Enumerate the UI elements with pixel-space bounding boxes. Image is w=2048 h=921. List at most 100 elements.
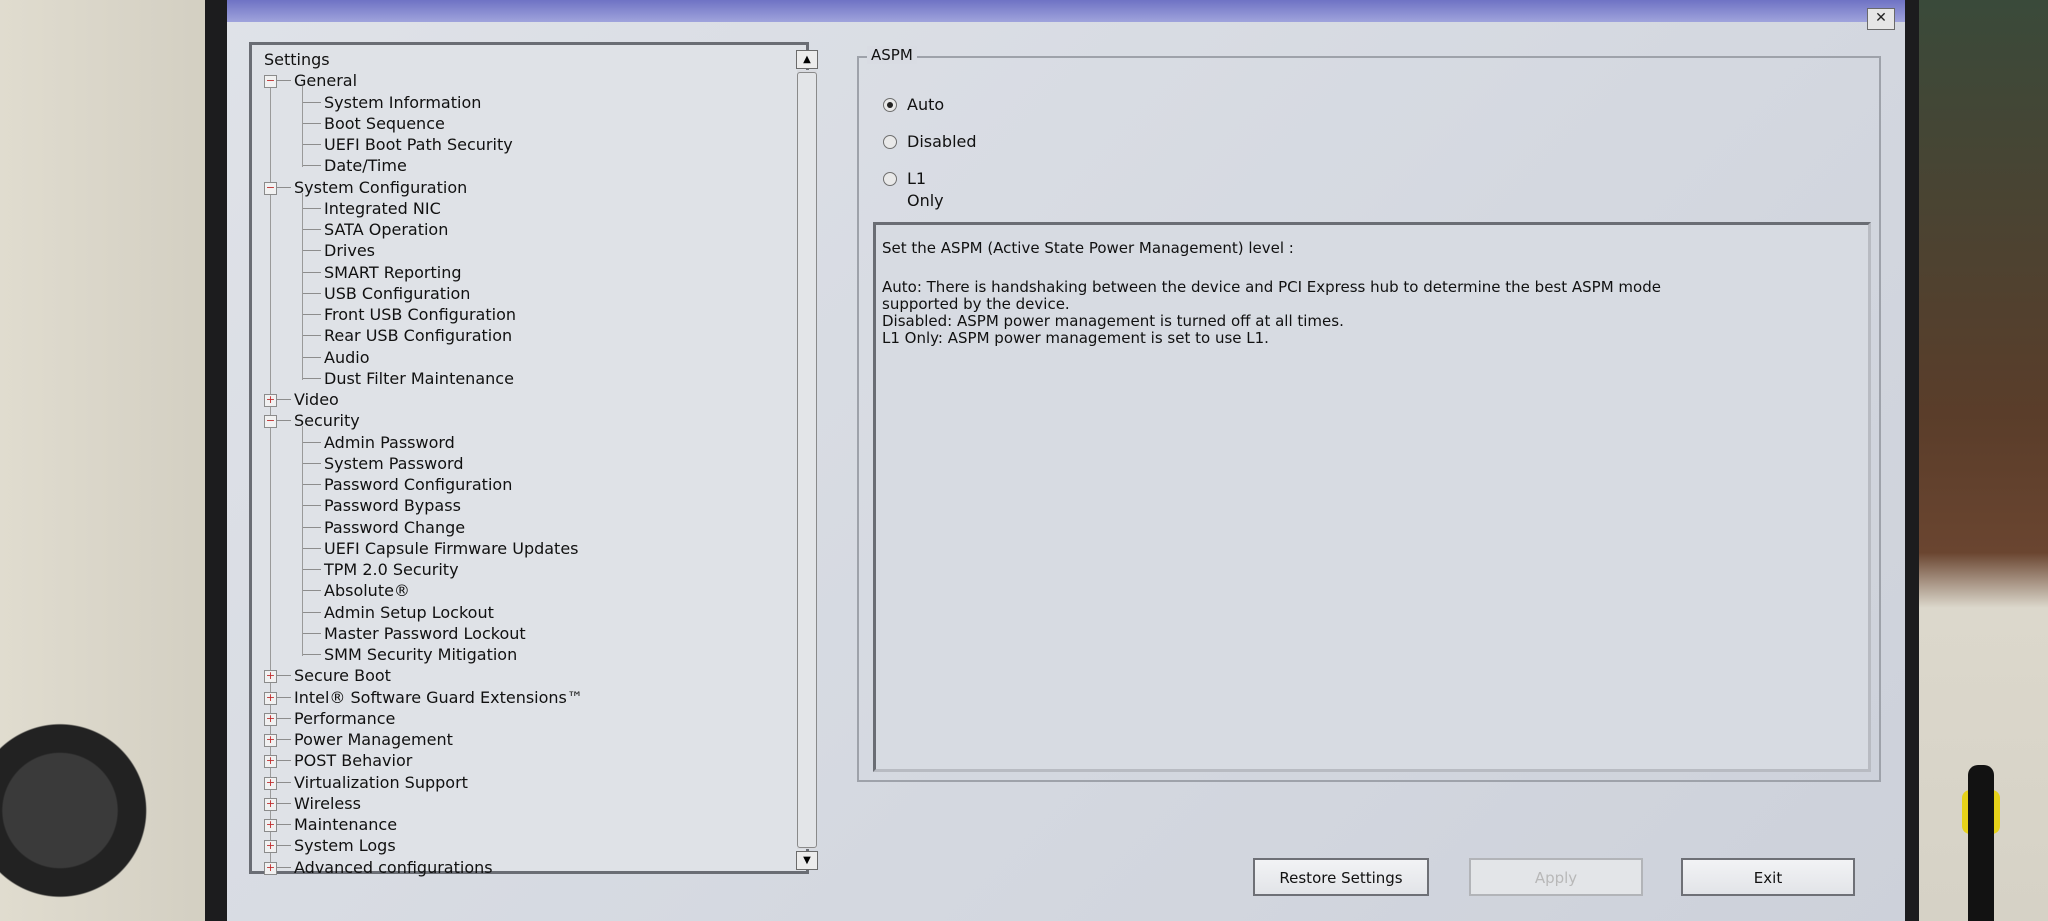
tree-item-boot-sequence[interactable]: Boot Sequence [260, 113, 760, 134]
tree-group-security[interactable]: − Security [264, 410, 764, 431]
minus-box-icon[interactable]: − [264, 181, 277, 195]
tree-group-post-behavior[interactable]: + POST Behavior [264, 750, 764, 771]
tree-item-label: Boot Sequence [324, 113, 445, 133]
tree-item-sata-operation[interactable]: SATA Operation [260, 219, 760, 240]
scroll-track[interactable] [797, 70, 817, 849]
scroll-thumb[interactable] [797, 72, 817, 848]
tree-item-master-password-lockout[interactable]: Master Password Lockout [260, 623, 760, 644]
tree-item-label: Rear USB Configuration [324, 326, 513, 346]
tree-branch-line [277, 781, 291, 783]
aspm-legend: ASPM [867, 46, 917, 64]
tree-branch-line [303, 526, 321, 528]
tree-group-performance[interactable]: + Performance [264, 708, 764, 729]
tree-branch-line [277, 824, 291, 825]
tree-branch-line [303, 654, 321, 655]
plus-box-icon[interactable]: + [264, 712, 277, 726]
tree-branch-line [303, 165, 321, 167]
tree-branch-line [303, 441, 321, 443]
tree-branch-line [303, 122, 321, 124]
tree-branch-line [303, 144, 321, 145]
tree-item-front-usb-configuration[interactable]: Front USB Configuration [260, 304, 760, 325]
tree-item-uefi-capsule-firmware-updates[interactable]: UEFI Capsule Firmware Updates [260, 538, 760, 559]
tree-item-admin-password[interactable]: Admin Password [260, 432, 760, 453]
tree-item-admin-setup-lockout[interactable]: Admin Setup Lockout [260, 602, 760, 623]
tree-branch-line [303, 335, 321, 337]
radio-icon[interactable] [883, 172, 897, 186]
tree-item-absolute[interactable]: Absolute® [260, 580, 760, 601]
plus-box-icon[interactable]: + [264, 755, 277, 769]
tree-item-system-password[interactable]: System Password [260, 453, 760, 474]
tree-item-smart-reporting[interactable]: SMART Reporting [260, 262, 760, 283]
exit-button[interactable]: Exit [1681, 858, 1855, 896]
arrow-up-icon[interactable]: ▲ [796, 50, 818, 69]
tree-group-system-logs[interactable]: + System Logs [264, 835, 764, 856]
tree-group-intel-software-guard-extensions[interactable]: + Intel® Software Guard Extensions™ [264, 687, 764, 708]
tree-branch-line [277, 739, 291, 740]
tree-item-usb-configuration[interactable]: USB Configuration [260, 283, 760, 304]
tree-item-password-change[interactable]: Password Change [260, 517, 760, 538]
tree-item-uefi-boot-path-security[interactable]: UEFI Boot Path Security [260, 134, 760, 155]
plus-box-icon[interactable]: + [264, 776, 277, 790]
tree-item-label: Password Bypass [324, 496, 461, 516]
tree-group-system-configuration[interactable]: − System Configuration [264, 177, 764, 198]
tree-item-drives[interactable]: Drives [260, 240, 760, 261]
tree-item-label: Front USB Configuration [324, 305, 516, 324]
tree-group-power-management[interactable]: + Power Management [264, 729, 764, 750]
tree-group-label: Performance [294, 708, 396, 728]
tree-item-integrated-nic[interactable]: Integrated NIC [260, 198, 760, 219]
plus-box-icon[interactable]: + [264, 840, 277, 854]
minus-box-icon[interactable]: − [264, 75, 277, 89]
tree-item-date-time[interactable]: Date/Time [260, 155, 760, 176]
plus-box-icon[interactable]: + [264, 734, 277, 747]
plus-box-icon[interactable]: + [264, 394, 277, 407]
tree-item-password-bypass[interactable]: Password Bypass [260, 495, 760, 516]
help-text-box: Set the ASPM (Active State Power Managem… [873, 222, 1871, 772]
tree-group-video[interactable]: + Video [264, 389, 764, 410]
plus-box-icon[interactable]: + [264, 819, 277, 832]
close-button[interactable]: ✕ [1867, 8, 1895, 30]
tree-group-label: Security [294, 411, 360, 431]
monitor-bezel-right [1905, 0, 1919, 921]
tree-item-smm-security-mitigation[interactable]: SMM Security Mitigation [260, 644, 760, 665]
tree-scrollbar[interactable]: ▲ ▼ [796, 50, 818, 870]
tree-item-label: Password Configuration [324, 475, 513, 494]
tree-item-dust-filter-maintenance[interactable]: Dust Filter Maintenance [260, 368, 760, 389]
tree-item-rear-usb-configuration[interactable]: Rear USB Configuration [260, 325, 760, 346]
tree-branch-line [303, 101, 321, 103]
plus-box-icon[interactable]: + [264, 670, 277, 684]
tree-group-wireless[interactable]: + Wireless [264, 793, 764, 814]
apply-button[interactable]: Apply [1469, 858, 1643, 896]
tree-item-label: Integrated NIC [324, 198, 441, 218]
tree-item-audio[interactable]: Audio [260, 347, 760, 368]
help-text-line: Auto: There is handshaking between the d… [882, 278, 1661, 296]
tree-group-maintenance[interactable]: + Maintenance [264, 814, 764, 835]
tree-item-system-information[interactable]: System Information [260, 92, 760, 113]
plus-box-icon[interactable]: + [264, 691, 277, 705]
tree-item-label: SMM Security Mitigation [324, 645, 518, 664]
tree-item-password-configuration[interactable]: Password Configuration [260, 474, 760, 495]
arrow-down-icon[interactable]: ▼ [796, 851, 818, 870]
tree-group-secure-boot[interactable]: + Secure Boot [264, 665, 764, 686]
tree-group-label: POST Behavior [294, 751, 413, 771]
tree-branch-line [277, 399, 291, 400]
radio-icon[interactable] [883, 98, 897, 112]
tree-root-label[interactable]: Settings [264, 49, 330, 70]
tree-group-virtualization-support[interactable]: + Virtualization Support [264, 772, 764, 793]
tree-group-general[interactable]: − General [264, 70, 764, 91]
tree-branch-line [277, 802, 291, 804]
tree-item-label: USB Configuration [324, 283, 471, 303]
tree-group-label: Virtualization Support [294, 772, 468, 792]
help-text-line: Set the ASPM (Active State Power Managem… [882, 239, 1294, 257]
tree-item-label: UEFI Boot Path Security [324, 135, 513, 154]
plus-box-icon[interactable]: + [264, 861, 277, 875]
tree-branch-line [303, 462, 321, 464]
radio-icon[interactable] [883, 135, 897, 149]
restore-settings-button[interactable]: Restore Settings [1253, 858, 1429, 896]
tree-group-label: Advanced configurations [294, 857, 493, 877]
plus-box-icon[interactable]: + [264, 797, 277, 811]
minus-box-icon[interactable]: − [264, 415, 277, 429]
tree-item-label: Master Password Lockout [324, 623, 526, 643]
tree-item-tpm-2-0-security[interactable]: TPM 2.0 Security [260, 559, 760, 580]
tree-group-advanced-configurations[interactable]: + Advanced configurations [264, 857, 764, 878]
tree-branch-line [303, 484, 321, 485]
